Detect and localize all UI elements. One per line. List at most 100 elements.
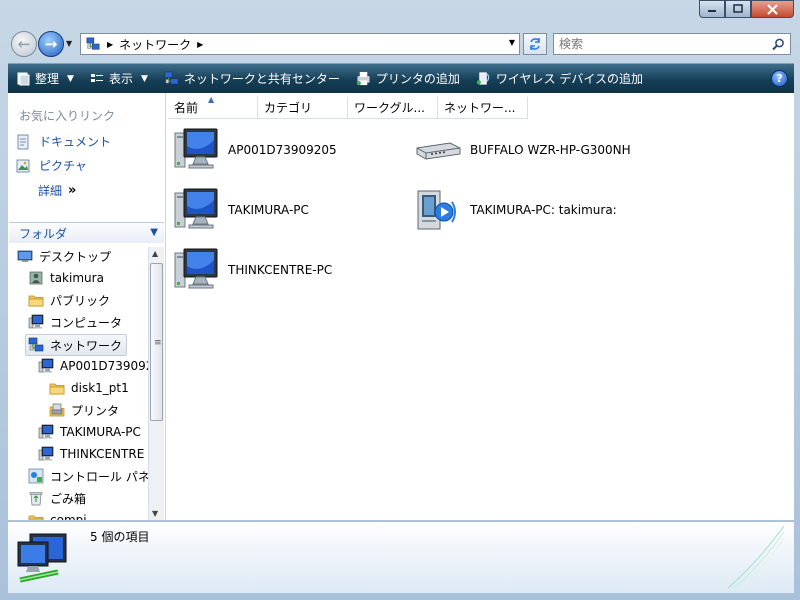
folder-icon — [28, 512, 44, 520]
tree-item-computer[interactable]: コンピュータ — [28, 312, 122, 332]
folders-title: フォルダ — [19, 226, 68, 241]
network-item-label: TAKIMURA-PC: takimura: — [470, 203, 617, 217]
favorite-documents[interactable]: ドキュメント — [15, 133, 111, 150]
tree-item-compi[interactable]: compi — [28, 510, 87, 520]
add-printer-button[interactable]: プリンタの追加 — [348, 64, 468, 93]
tree-item-takimura[interactable]: takimura — [28, 268, 104, 288]
content-pane: 名前 ▲ カテゴリ ワークグル... ネットワー... AP001D739092… — [166, 93, 794, 520]
tree-item-recycle-bin[interactable]: ごみ箱 — [28, 488, 86, 508]
more-links[interactable]: 詳細 » — [38, 182, 76, 199]
tree-item-label: プリンタ — [71, 403, 120, 418]
tree-item-printers[interactable]: プリンタ — [49, 400, 119, 420]
forward-arrow-icon: → — [44, 35, 58, 53]
close-button[interactable] — [751, 0, 794, 18]
explorer-window: ← → ▼ ▶ ネットワーク ▶ ▼ 検索 整理 ▼ 表示 ▼ ネットワークと共… — [0, 0, 800, 600]
computer-icon — [172, 246, 220, 294]
tree-item-public[interactable]: パブリック — [28, 290, 110, 310]
network-item[interactable]: TAKIMURA-PC — [172, 186, 309, 234]
network-center-label: ネットワークと共有センター — [183, 72, 340, 86]
folders-header[interactable]: フォルダ ▼ — [9, 222, 164, 243]
organize-icon — [17, 72, 30, 85]
column-header-name[interactable]: 名前 ▲ — [168, 95, 258, 118]
tree-item-thinkcentre[interactable]: THINKCENTRE — [38, 444, 144, 464]
tree-item-label: takimura — [50, 271, 104, 285]
item-count: 5 個の項目 — [90, 530, 150, 544]
scroll-down-icon[interactable]: ▼ — [152, 509, 158, 518]
details-pane: 5 個の項目 — [8, 521, 794, 593]
add-wireless-device-button[interactable]: ワイヤレス デバイスの追加 — [468, 64, 651, 93]
computer-icon — [38, 446, 54, 462]
tree-item-control-panel[interactable]: コントロール パネ — [28, 466, 148, 486]
command-toolbar: 整理 ▼ 表示 ▼ ネットワークと共有センター プリンタの追加 ワイヤレス デバ… — [8, 63, 794, 93]
back-button[interactable]: ← — [11, 31, 37, 57]
help-button[interactable]: ? — [771, 70, 788, 87]
tree-item-label: AP001D739092 — [60, 359, 148, 373]
tree-item-label: コンピュータ — [50, 315, 123, 330]
search-box — [553, 33, 791, 55]
search-icon[interactable] — [772, 38, 785, 51]
wireless-device-icon — [476, 72, 490, 85]
favorite-documents-label: ドキュメント — [39, 135, 112, 149]
minimize-button[interactable] — [699, 0, 725, 18]
favorite-pictures-label: ピクチャ — [39, 159, 87, 173]
view-button[interactable]: 表示 ▼ — [82, 64, 156, 93]
column-header-network[interactable]: ネットワー... — [438, 97, 528, 118]
column-header-workgroup[interactable]: ワークグル... — [348, 97, 438, 118]
printer-icon — [356, 71, 370, 86]
computer-icon — [38, 358, 54, 374]
maximize-button[interactable] — [725, 0, 751, 18]
breadcrumb-network[interactable]: ネットワーク — [119, 36, 191, 53]
address-row: ← → ▼ ▶ ネットワーク ▶ ▼ — [0, 30, 800, 60]
column-header-category[interactable]: カテゴリ — [258, 97, 348, 118]
organize-button[interactable]: 整理 ▼ — [8, 64, 82, 93]
tree-item-takimura-pc[interactable]: TAKIMURA-PC — [38, 422, 141, 442]
tree-item-label: compi — [50, 513, 87, 520]
media-server-icon — [414, 186, 462, 234]
printer-folder-icon — [49, 402, 65, 418]
network-item-label: TAKIMURA-PC — [228, 203, 309, 217]
search-input[interactable] — [554, 34, 772, 54]
pictures-icon — [15, 158, 31, 174]
scrollbar-thumb[interactable]: ≡ — [150, 263, 163, 421]
tree-item-label: パブリック — [50, 293, 111, 308]
network-item[interactable]: AP001D73909205 — [172, 126, 337, 174]
refresh-button[interactable] — [523, 33, 547, 55]
scroll-up-icon[interactable]: ▲ — [152, 249, 158, 258]
close-icon — [767, 3, 778, 15]
recent-pages-dropdown[interactable]: ▼ — [66, 39, 72, 48]
tree-item-ap001d[interactable]: AP001D739092 — [38, 356, 148, 376]
column-header-label: ワークグル... — [354, 101, 425, 115]
folder-tree-scrollbar[interactable]: ▲ ≡ ▼ — [148, 247, 164, 520]
network-center-icon — [164, 71, 179, 86]
grip-icon: ≡ — [154, 338, 162, 348]
column-header-label: 名前 — [174, 101, 199, 115]
network-item[interactable]: BUFFALO WZR-HP-G300NH — [414, 126, 631, 174]
network-item-label: AP001D73909205 — [228, 143, 337, 157]
tree-item-network[interactable]: ネットワーク — [25, 334, 128, 356]
refresh-icon — [530, 38, 540, 50]
desktop-icon — [17, 248, 33, 264]
network-item[interactable]: THINKCENTRE-PC — [172, 246, 332, 294]
tree-item-desktop[interactable]: デスクトップ — [17, 246, 111, 266]
documents-icon — [15, 134, 31, 150]
tree-item-disk1[interactable]: disk1_pt1 — [49, 378, 129, 398]
computer-icon — [172, 126, 220, 174]
computer-icon — [38, 424, 54, 440]
address-dropdown-icon[interactable]: ▼ — [509, 38, 515, 47]
column-header-label: ネットワー... — [444, 101, 516, 115]
view-caret-icon: ▼ — [140, 73, 148, 84]
forward-button[interactable]: → — [38, 31, 64, 57]
network-item[interactable]: TAKIMURA-PC: takimura: — [414, 186, 617, 234]
network-center-button[interactable]: ネットワークと共有センター — [156, 64, 348, 93]
more-links-label: 詳細 — [38, 184, 63, 198]
favorite-links-title: お気に入りリンク — [19, 109, 116, 123]
minimize-icon — [708, 10, 716, 12]
tree-item-label: コントロール パネ — [50, 469, 148, 484]
network-icon — [28, 337, 44, 353]
breadcrumb-separator-icon[interactable]: ▶ — [197, 40, 203, 49]
tree-item-label: デスクトップ — [39, 249, 112, 264]
address-bar[interactable]: ▶ ネットワーク ▶ ▼ — [80, 33, 520, 55]
computer-icon — [28, 314, 44, 330]
breadcrumb-separator-icon[interactable]: ▶ — [107, 40, 113, 49]
favorite-pictures[interactable]: ピクチャ — [15, 157, 87, 174]
